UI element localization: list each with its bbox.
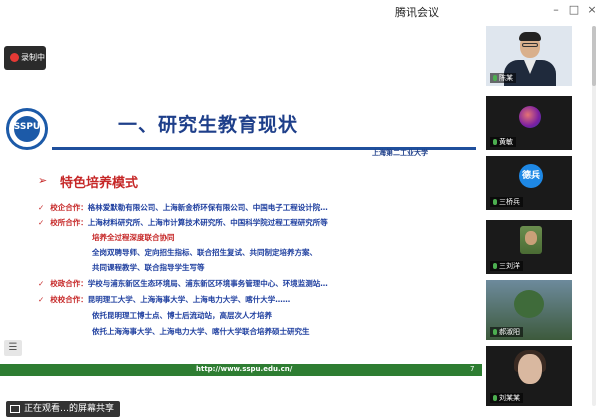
sub-line: 依托昆明理工博士点、博士后流动站，高层次人才培养 xyxy=(92,311,272,320)
participant-name-tag: 三桥兵 xyxy=(490,197,523,207)
participant-name: 黄敏 xyxy=(499,138,513,146)
participant-name-tag: 三刘洋 xyxy=(490,261,523,271)
footer-url: http://www.sspu.edu.cn/ xyxy=(196,365,293,373)
mic-icon xyxy=(493,199,497,205)
participant-name-tag: 郝淑阳 xyxy=(490,327,523,337)
participant-name-tag: 刘某某 xyxy=(490,393,523,403)
sub-line: 培养全过程深度联合协同 xyxy=(92,233,175,242)
participant-video-panel: 陈某 黄敏 德兵 三桥兵 三刘洋 郝淑阳 刘某某 xyxy=(482,22,600,420)
participant-avatar xyxy=(520,226,542,254)
bullet-item: ✓ 校校合作：昆明理工大学、上海海事大学、上海电力大学、喀什大学…… xyxy=(38,295,290,305)
tree-icon xyxy=(514,290,544,318)
bullet-item: ✓ 校所合作：上海材料研究所、上海市计算技术研究所、中国科学院过程工程研究所等 xyxy=(38,218,328,228)
participant-name: 陈某 xyxy=(499,74,513,82)
bullet-text: 学校与浦东新区生态环境局、浦东新区环境事务管理中心、环境监测站… xyxy=(87,279,328,288)
participant-name-tag: 陈某 xyxy=(490,73,516,83)
participant-avatar xyxy=(519,106,541,128)
bullet-item: ✓ 校政合作：学校与浦东新区生态环境局、浦东新区环境事务管理中心、环境监测站… xyxy=(38,279,328,289)
participant-hair xyxy=(519,32,541,41)
sub-line: 全岗双聘导师、定向招生指标、联合招生复试、共同制定培养方案、 xyxy=(92,248,317,257)
check-icon: ✓ xyxy=(38,279,45,288)
university-name: 上海第二工业大学 xyxy=(372,149,428,157)
menu-icon[interactable]: ☰ xyxy=(4,340,22,356)
share-status-bar: 正在观看…的屏幕共享 xyxy=(0,398,482,420)
participant-tile[interactable]: 黄敏 xyxy=(486,96,572,150)
bullet-label: 校企合作： xyxy=(50,203,88,212)
bullet-label: 校校合作： xyxy=(50,295,88,304)
slide-page-number: 7 xyxy=(470,365,475,373)
participant-name-tag: 黄敏 xyxy=(490,137,516,147)
mic-icon xyxy=(493,395,497,401)
participant-tile[interactable]: 陈某 xyxy=(486,26,572,86)
screen-share-indicator[interactable]: 正在观看…的屏幕共享 xyxy=(6,401,121,417)
bullet-text: 上海材料研究所、上海市计算技术研究所、中国科学院过程工程研究所等 xyxy=(87,218,328,227)
maximize-icon[interactable]: □ xyxy=(566,2,582,18)
mic-icon xyxy=(493,329,497,335)
recording-indicator[interactable]: 录制中 xyxy=(4,46,46,70)
minimize-icon[interactable]: – xyxy=(548,2,564,18)
section-title: 特色培养模式 xyxy=(60,176,139,191)
glasses-icon xyxy=(522,43,538,47)
mic-icon xyxy=(493,139,497,145)
panel-scroll-thumb[interactable] xyxy=(592,26,596,86)
mic-icon xyxy=(493,75,497,81)
app-title: 腾讯会议 xyxy=(395,6,439,19)
close-icon[interactable]: × xyxy=(584,2,600,18)
section-arrow-icon: ➢ xyxy=(38,174,48,187)
participant-tile[interactable]: 三刘洋 xyxy=(486,220,572,274)
participant-tile[interactable]: 郝淑阳 xyxy=(486,280,572,340)
mic-icon xyxy=(493,263,497,269)
participant-tile[interactable]: 德兵 三桥兵 xyxy=(486,156,572,210)
participant-avatar: 德兵 xyxy=(519,164,543,188)
shared-screen-area: 录制中 SSPU 一、研究生教育现状 上海第二工业大学 ➢ 特色培养模式 ✓ 校企… xyxy=(0,22,482,398)
sub-line: 共同课程教学、联合指导学生写等 xyxy=(92,263,205,272)
participant-name: 三桥兵 xyxy=(499,198,520,206)
record-dot-icon xyxy=(10,53,19,62)
participant-name: 刘某某 xyxy=(499,394,520,402)
bullet-item: ✓ 校企合作：格林爱默勒有限公司、上海新金桥环保有限公司、中国电子工程设计院… xyxy=(38,203,328,213)
bullet-label: 校所合作： xyxy=(50,218,88,227)
participant-name: 三刘洋 xyxy=(499,262,520,270)
share-label-text: 正在观看…的屏幕共享 xyxy=(24,404,115,414)
window-titlebar: 腾讯会议 – □ × xyxy=(0,0,600,22)
bullet-label: 校政合作： xyxy=(50,279,88,288)
participant-tile[interactable]: 刘某某 xyxy=(486,346,572,406)
presentation-slide: SSPU 一、研究生教育现状 上海第二工业大学 ➢ 特色培养模式 ✓ 校企合作：格… xyxy=(0,92,482,380)
check-icon: ✓ xyxy=(38,295,45,304)
logo-text: SSPU xyxy=(13,122,41,132)
check-icon: ✓ xyxy=(38,203,45,212)
participant-avatar xyxy=(518,354,542,384)
university-logo: SSPU xyxy=(6,108,48,150)
bullet-text: 昆明理工大学、上海海事大学、上海电力大学、喀什大学…… xyxy=(87,295,291,304)
bullet-text: 格林爱默勒有限公司、上海新金桥环保有限公司、中国电子工程设计院… xyxy=(87,203,328,212)
sub-line: 依托上海海事大学、上海电力大学、喀什大学联合培养硕士研究生 xyxy=(92,327,310,336)
check-icon: ✓ xyxy=(38,218,45,227)
participant-name: 郝淑阳 xyxy=(499,328,520,336)
recording-label: 录制中 xyxy=(21,53,45,62)
monitor-icon xyxy=(10,405,20,413)
slide-title: 一、研究生教育现状 xyxy=(118,114,299,136)
